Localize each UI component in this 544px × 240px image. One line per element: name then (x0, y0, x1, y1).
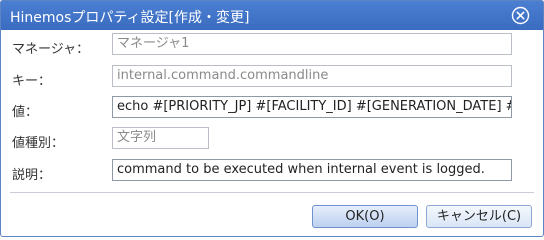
manager-row: マネージャ： マネージャ1 (1, 33, 543, 59)
ok-button[interactable]: OK(O) (312, 205, 418, 228)
value-row: 値： echo #[PRIORITY_JP] #[FACILITY_ID] #[… (1, 96, 543, 122)
value-label: 値： (12, 105, 39, 120)
key-row: キー： internal.command.commandline (1, 65, 543, 91)
key-label: キー： (12, 74, 52, 89)
value-type-field[interactable]: 文字列 (112, 127, 209, 149)
value-type-label: 値種別： (12, 136, 65, 151)
value-type-row: 値種別： 文字列 (1, 127, 543, 153)
close-icon[interactable] (511, 6, 530, 25)
value-field-text: echo #[PRIORITY_JP] #[FACILITY_ID] #[GEN… (117, 99, 512, 114)
cancel-button[interactable]: キャンセル(C) (426, 205, 532, 228)
button-divider (10, 192, 534, 193)
dialog-title: Hinemosプロパティ設定[作成・変更] (10, 10, 250, 26)
value-field[interactable]: echo #[PRIORITY_JP] #[FACILITY_ID] #[GEN… (112, 96, 512, 118)
dialog-titlebar[interactable]: Hinemosプロパティ設定[作成・変更] (1, 1, 543, 30)
description-field[interactable]: command to be executed when internal eve… (112, 159, 512, 181)
description-label: 説明： (12, 168, 52, 183)
description-row: 説明： command to be executed when internal… (1, 159, 543, 185)
manager-label: マネージャ： (12, 42, 90, 57)
manager-field[interactable]: マネージャ1 (112, 33, 512, 55)
property-dialog: Hinemosプロパティ設定[作成・変更] マネージャ： マネージャ1 キー： … (0, 0, 544, 237)
key-field[interactable]: internal.command.commandline (112, 65, 512, 87)
